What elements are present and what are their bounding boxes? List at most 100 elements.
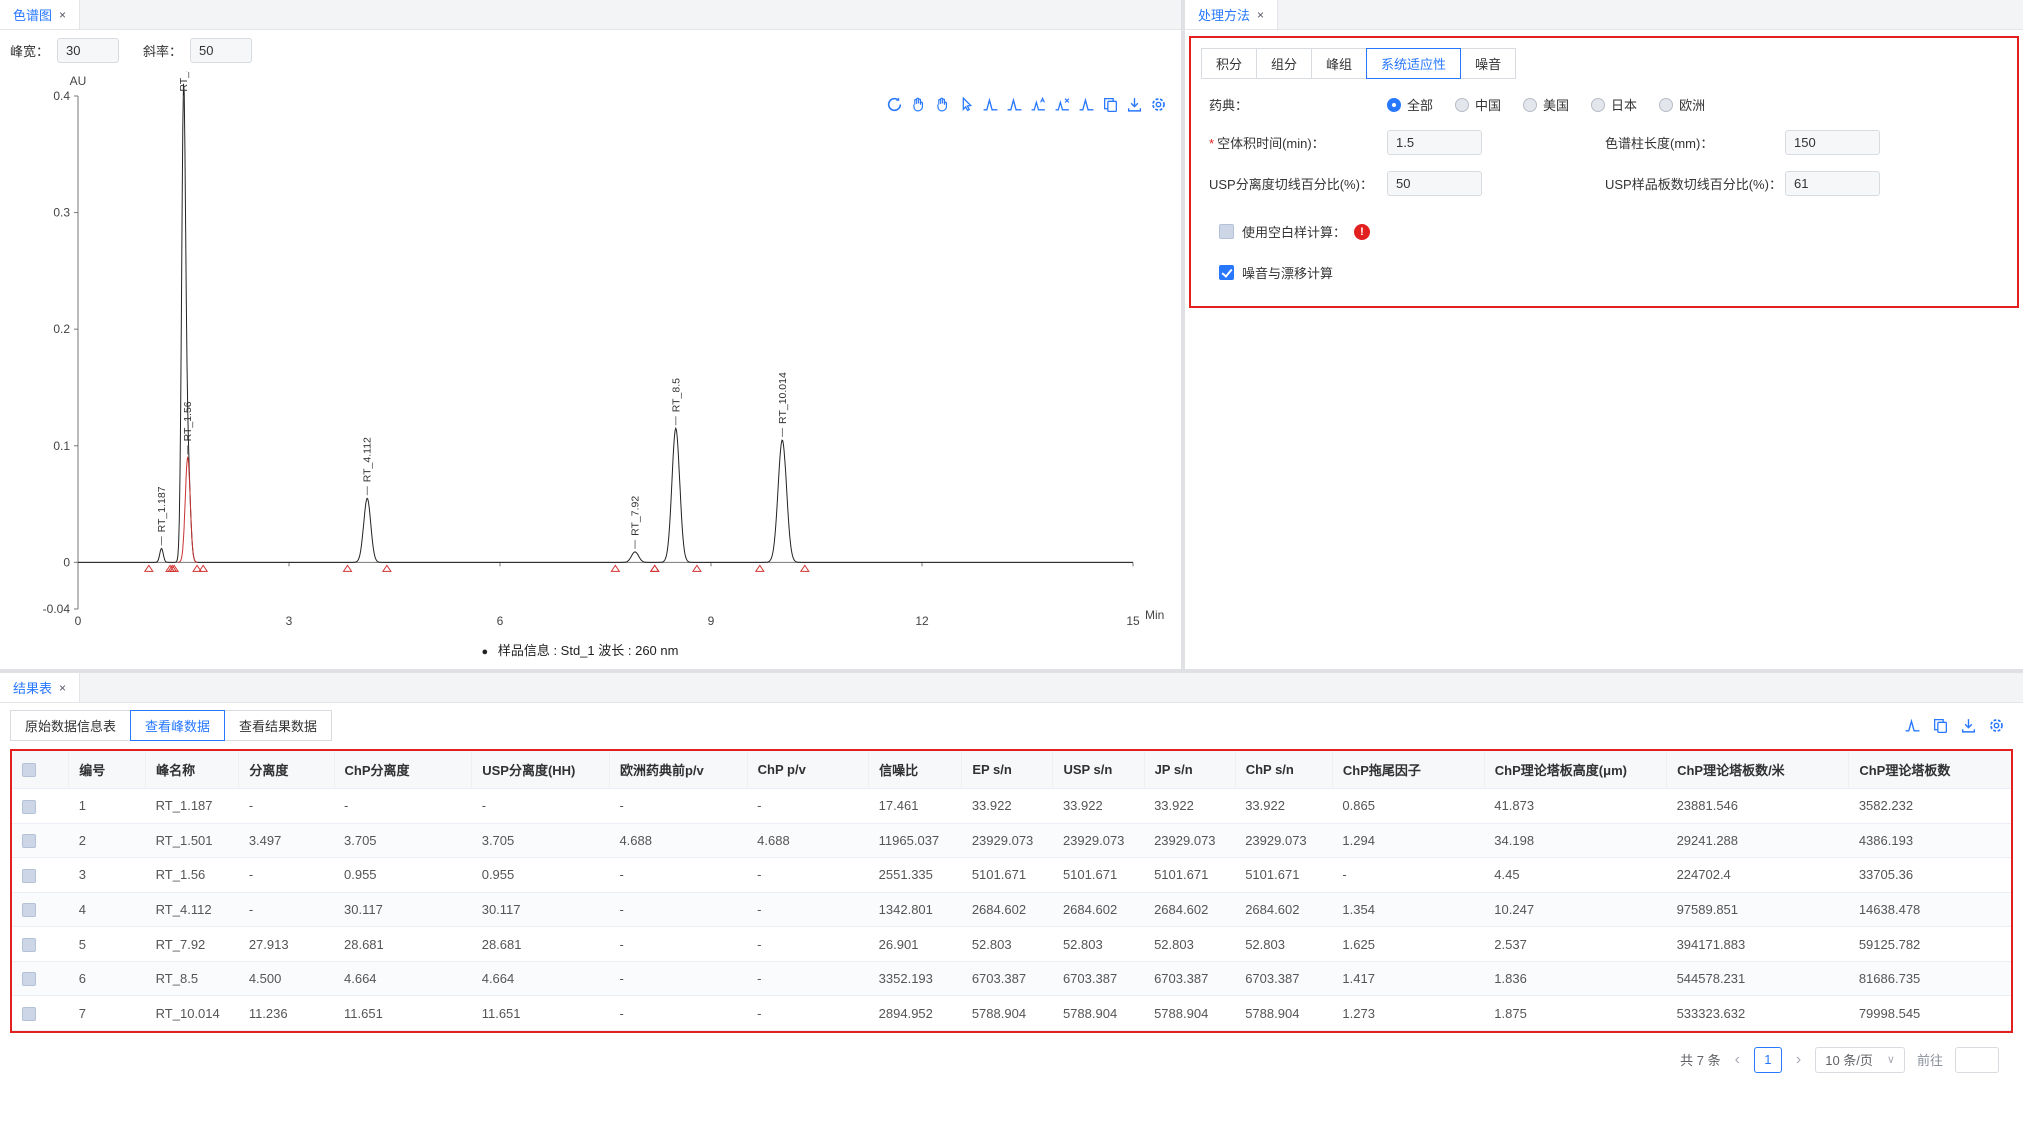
cell: 14638.478 (1849, 892, 2011, 927)
pharmacopoeia-option[interactable]: 日本 (1591, 95, 1637, 114)
table-row[interactable]: 2RT_1.5013.4973.7053.7054.6884.68811965.… (12, 823, 2011, 858)
cell: - (609, 996, 747, 1031)
cell: 6703.387 (962, 961, 1053, 996)
method-subtab[interactable]: 积分 (1201, 48, 1257, 79)
warning-badge: ! (1354, 224, 1370, 240)
prev-page-icon[interactable]: ‹ (1733, 1051, 1742, 1069)
cell: 11.236 (239, 996, 334, 1031)
cell: 79998.545 (1849, 996, 2011, 1031)
noise-drift-checkbox[interactable] (1219, 265, 1234, 280)
download-icon[interactable] (1126, 96, 1143, 113)
table-row[interactable]: 1RT_1.187-----17.46133.92233.92233.92233… (12, 789, 2011, 824)
column-header: 分离度 (239, 751, 334, 789)
cell: - (747, 858, 869, 893)
svg-text:15: 15 (1126, 614, 1140, 628)
download-icon[interactable] (1960, 717, 1977, 734)
row-checkbox[interactable] (22, 903, 36, 917)
usp-plate-input[interactable] (1785, 171, 1880, 196)
row-checkbox[interactable] (22, 869, 36, 883)
cell: 29241.288 (1667, 823, 1849, 858)
method-subtab[interactable]: 噪音 (1460, 48, 1516, 79)
copy-icon[interactable] (1932, 717, 1949, 734)
tab-results[interactable]: 结果表 × (0, 673, 80, 702)
noise-drift-row: 噪音与漂移计算 (1219, 263, 2007, 282)
cell: 3.705 (334, 823, 472, 858)
cell: 533323.632 (1667, 996, 1849, 1031)
svg-text:RT_10.014: RT_10.014 (777, 372, 789, 424)
total-count: 共 7 条 (1680, 1050, 1720, 1069)
pharmacopoeia-option[interactable]: 美国 (1523, 95, 1569, 114)
pharmacopoeia-option[interactable]: 欧洲 (1659, 95, 1705, 114)
legend-dot-icon: ● (482, 646, 489, 658)
tab-chromatogram[interactable]: 色谱图 × (0, 0, 80, 29)
results-subtab[interactable]: 查看峰数据 (130, 710, 225, 741)
tab-method[interactable]: 处理方法 × (1185, 0, 1278, 29)
pharmacopoeia-label: 药典： (1209, 95, 1387, 114)
radio-icon (1387, 98, 1401, 112)
row-checkbox[interactable] (22, 938, 36, 952)
current-page-button[interactable]: 1 (1754, 1047, 1782, 1073)
hand-pointer-icon[interactable] (958, 96, 975, 113)
cell: 34.198 (1484, 823, 1666, 858)
next-page-icon[interactable]: › (1794, 1051, 1803, 1069)
peak-remove-label-icon[interactable] (1054, 96, 1071, 113)
chart-toolbar (886, 96, 1167, 113)
goto-page-input[interactable] (1955, 1047, 1999, 1073)
cell: 17.461 (869, 789, 962, 824)
results-subtab[interactable]: 查看结果数据 (224, 710, 332, 741)
page-size-select[interactable]: 10 条/页 ∨ (1815, 1047, 1905, 1073)
row-checkbox[interactable] (22, 972, 36, 986)
table-row[interactable]: 4RT_4.112-30.11730.117--1342.8012684.602… (12, 892, 2011, 927)
peak-curve-icon[interactable] (982, 96, 999, 113)
blank-calc-checkbox[interactable] (1219, 224, 1234, 239)
tab-method-title: 处理方法 (1198, 5, 1250, 24)
cell: 1.836 (1484, 961, 1666, 996)
settings-icon[interactable] (1988, 717, 2005, 734)
chromatogram-tabbar: 色谱图 × (0, 0, 1181, 30)
baseline-correct-icon[interactable] (1078, 96, 1095, 113)
table-row[interactable]: 3RT_1.56-0.9550.955--2551.3355101.671510… (12, 858, 2011, 893)
close-tab-icon[interactable]: × (59, 681, 66, 695)
cell: 1.417 (1332, 961, 1484, 996)
reset-zoom-icon[interactable] (886, 96, 903, 113)
table-row[interactable]: 7RT_10.01411.23611.65111.651--2894.95257… (12, 996, 2011, 1031)
peak-add-label-icon[interactable] (1030, 96, 1047, 113)
cell: 1.354 (1332, 892, 1484, 927)
table-row[interactable]: 5RT_7.9227.91328.68128.681--26.90152.803… (12, 927, 2011, 962)
copy-icon[interactable] (1102, 96, 1119, 113)
row-checkbox[interactable] (22, 834, 36, 848)
void-time-input[interactable] (1387, 130, 1482, 155)
usp-resolution-input[interactable] (1387, 171, 1482, 196)
row-checkbox[interactable] (22, 800, 36, 814)
row-checkbox[interactable] (22, 1007, 36, 1021)
select-all-checkbox[interactable] (22, 763, 36, 777)
method-subtab[interactable]: 峰组 (1311, 48, 1367, 79)
column-length-input[interactable] (1785, 130, 1880, 155)
peak-curve-alt-icon[interactable] (1006, 96, 1023, 113)
pharmacopoeia-option[interactable]: 全部 (1387, 95, 1433, 114)
method-subtab[interactable]: 组分 (1256, 48, 1312, 79)
method-subtab[interactable]: 系统适应性 (1366, 48, 1461, 79)
column-header: ChP理论塔板高度(μm) (1484, 751, 1666, 789)
peak-width-input[interactable] (57, 38, 119, 63)
results-subtabs: 原始数据信息表查看峰数据查看结果数据 (10, 710, 332, 741)
pan-icon[interactable] (910, 96, 927, 113)
radio-label: 美国 (1543, 95, 1569, 114)
radio-icon (1659, 98, 1673, 112)
cell: 33.922 (1235, 789, 1332, 824)
pharmacopoeia-radio-group: 全部 中国 美国 日本 欧洲 (1387, 95, 1727, 114)
close-tab-icon[interactable]: × (1257, 8, 1264, 22)
peak-curve-icon[interactable] (1904, 717, 1921, 734)
cell: 33.922 (1144, 789, 1235, 824)
results-subtab[interactable]: 原始数据信息表 (10, 710, 131, 741)
pagination: 共 7 条 ‹ 1 › 10 条/页 ∨ 前往 (0, 1033, 2023, 1073)
table-row[interactable]: 6RT_8.54.5004.6644.664--3352.1936703.387… (12, 961, 2011, 996)
chromatogram-chart[interactable]: -0.0400.10.20.30.403691215MinAURT_1.187R… (8, 71, 1168, 637)
settings-icon[interactable] (1150, 96, 1167, 113)
slope-input[interactable] (190, 38, 252, 63)
cell: 33705.36 (1849, 858, 2011, 893)
grab-icon[interactable] (934, 96, 951, 113)
pharmacopoeia-option[interactable]: 中国 (1455, 95, 1501, 114)
cell: 28.681 (472, 927, 610, 962)
close-tab-icon[interactable]: × (59, 8, 66, 22)
